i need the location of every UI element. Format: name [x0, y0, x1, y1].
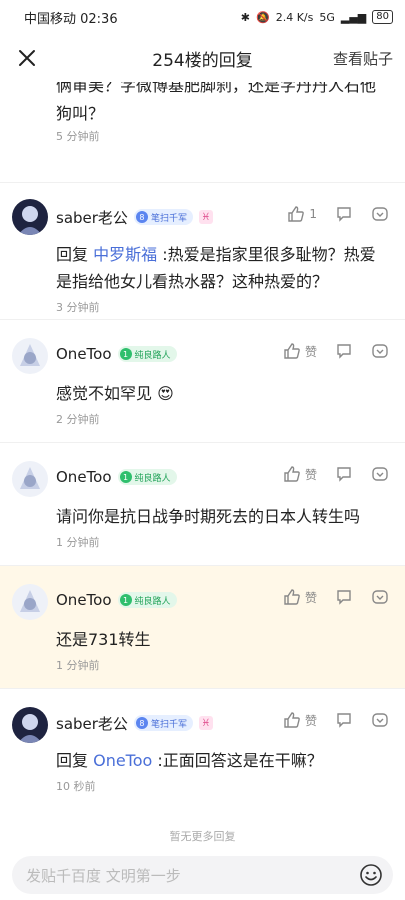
thumbs-up-icon — [284, 343, 300, 359]
reply-time: 1 分钟前 — [56, 536, 100, 549]
more-button[interactable] — [371, 465, 389, 483]
reply-text: 感觉不如罕见 😍 — [56, 384, 174, 403]
like-label: 赞 — [304, 713, 317, 728]
close-button[interactable] — [14, 45, 40, 71]
zodiac-icon: ♓ — [198, 210, 213, 224]
battery-icon: 80 — [372, 10, 393, 24]
reply-actions: 赞 — [283, 711, 389, 729]
comment-icon — [337, 344, 351, 359]
like-button[interactable]: 1 — [287, 205, 317, 223]
reply-time: 1 分钟前 — [56, 659, 100, 672]
mention-link[interactable]: 中罗斯福 — [93, 245, 157, 264]
username[interactable]: OneToo — [56, 345, 112, 363]
like-button[interactable]: 赞 — [283, 342, 317, 360]
reply-list: 俩审美？字微博基肥脚刹，还是字丹丹人石他狗叫？ 5 分钟前 saber老公 8笔… — [0, 82, 405, 799]
more-button[interactable] — [371, 205, 389, 223]
reply-button[interactable] — [335, 588, 353, 606]
comment-icon — [337, 590, 351, 605]
thumbs-up-icon — [288, 206, 305, 222]
like-count: 1 — [309, 207, 317, 221]
avatar[interactable] — [12, 584, 48, 620]
view-post-link[interactable]: 查看贴子 — [333, 48, 393, 69]
signal-icon: ▂▄▆ — [340, 10, 367, 24]
level-badge: 1 纯良路人 — [117, 592, 177, 608]
comment-icon — [337, 713, 351, 728]
reply-actions: 赞 — [283, 588, 389, 606]
reply-button[interactable] — [335, 342, 353, 360]
mute-icon: 🔕 — [256, 10, 270, 24]
username[interactable]: OneToo — [56, 591, 112, 609]
reply-time: 5 分钟前 — [56, 130, 100, 143]
like-button[interactable]: 赞 — [283, 711, 317, 729]
reply-time: 2 分钟前 — [56, 413, 100, 426]
like-label: 赞 — [304, 467, 317, 482]
bluetooth-icon: ✱ — [240, 10, 250, 24]
reply-text: 回复 中罗斯福 :热爱是指家里很多耻物？热爱是指给他女儿看热水器？这种热爱的？ — [56, 245, 376, 291]
reply-actions: 赞 — [283, 342, 389, 360]
reply-item: saber老公 8 笔扫千军 ♓ 1 回复 中罗斯福 :热爱是指家里很多耻物？热爱… — [0, 182, 405, 319]
level-badge: 8 笔扫千军 — [133, 715, 193, 731]
signal-5g: 5G — [319, 10, 335, 24]
reply-time: 10 秒前 — [56, 780, 96, 793]
mention-link[interactable]: OneToo — [93, 751, 152, 770]
net-speed: 2.4 K/s — [275, 10, 314, 24]
reply-button[interactable] — [335, 465, 353, 483]
level-badge: 8 笔扫千军 — [133, 209, 193, 225]
close-icon — [19, 50, 35, 66]
reply-actions: 1 — [287, 205, 389, 223]
input-placeholder: 发贴千百度 文明第一步 — [26, 866, 181, 885]
level-badge: 1 纯良路人 — [117, 469, 177, 485]
reply-item: saber老公 8 笔扫千军 ♓ 赞 回复 OneToo :正面回答这是在干嘛？ … — [0, 688, 405, 799]
like-button[interactable]: 赞 — [283, 465, 317, 483]
reply-input[interactable]: 发贴千百度 文明第一步 — [12, 856, 393, 894]
comment-icon — [337, 207, 351, 222]
title-bar: 254楼的回复 查看贴子 — [0, 34, 405, 82]
more-icon — [372, 467, 388, 481]
carrier-time: 中国移动 02:36 — [24, 11, 118, 27]
reply-item: OneToo 1 纯良路人 赞 感觉不如罕见 😍 2 分钟前 — [0, 319, 405, 442]
comment-icon — [337, 467, 351, 482]
status-bar: 中国移动 02:36 ✱ 🔕 2.4 K/s 5G ▂▄▆ 80 — [0, 0, 405, 34]
username[interactable]: saber老公 — [56, 713, 128, 734]
more-icon — [372, 344, 388, 358]
username[interactable]: saber老公 — [56, 207, 128, 228]
thumbs-up-icon — [284, 589, 300, 605]
emoji-icon[interactable] — [359, 863, 383, 887]
reply-button[interactable] — [335, 205, 353, 223]
no-more-replies: 暂无更多回复 — [169, 830, 236, 843]
username[interactable]: OneToo — [56, 468, 112, 486]
like-button[interactable]: 赞 — [283, 588, 317, 606]
like-label: 赞 — [304, 344, 317, 359]
reply-actions: 赞 — [283, 465, 389, 483]
zodiac-icon: ♓ — [198, 716, 213, 730]
more-button[interactable] — [371, 342, 389, 360]
reply-time: 3 分钟前 — [56, 301, 100, 314]
partial-reply: 俩审美？字微博基肥脚刹，还是字丹丹人石他狗叫？ 5 分钟前 — [0, 82, 405, 182]
more-button[interactable] — [371, 711, 389, 729]
avatar[interactable] — [12, 707, 48, 743]
reply-text: 回复 OneToo :正面回答这是在干嘛？ — [56, 751, 323, 770]
more-icon — [372, 207, 388, 221]
reply-text: 请问你是抗日战争时期死去的日本人转生吗 — [56, 507, 361, 526]
avatar[interactable] — [12, 199, 48, 235]
thumbs-up-icon — [284, 712, 300, 728]
status-icons: ✱ 🔕 2.4 K/s 5G ▂▄▆ 80 — [241, 10, 393, 24]
avatar[interactable] — [12, 461, 48, 497]
level-badge: 1 纯良路人 — [117, 346, 177, 362]
more-icon — [372, 590, 388, 604]
thumbs-up-icon — [284, 466, 300, 482]
reply-item-highlighted: OneToo 1 纯良路人 赞 还是731转生 1 分钟前 — [0, 565, 405, 688]
avatar[interactable] — [12, 338, 48, 374]
reply-button[interactable] — [335, 711, 353, 729]
reply-text: 还是731转生 — [56, 630, 151, 649]
more-button[interactable] — [371, 588, 389, 606]
like-label: 赞 — [304, 590, 317, 605]
reply-item: OneToo 1 纯良路人 赞 请问你是抗日战争时期死去的日本人转生吗 1 分钟前 — [0, 442, 405, 565]
more-icon — [372, 713, 388, 727]
reply-text: 俩审美？字微博基肥脚刹，还是字丹丹人石他狗叫？ — [56, 82, 377, 123]
